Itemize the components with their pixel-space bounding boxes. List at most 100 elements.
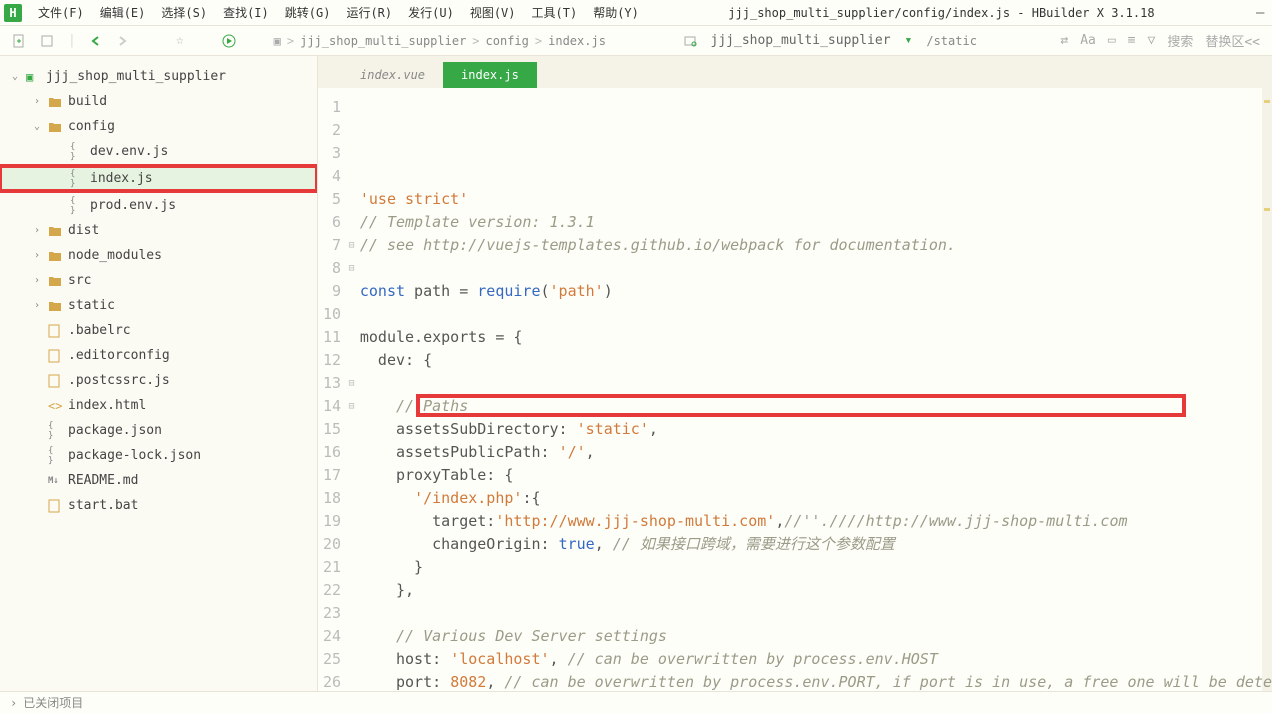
tool-1-icon[interactable]: ⇄ bbox=[1060, 33, 1068, 48]
menu-run[interactable]: 运行(R) bbox=[338, 4, 400, 21]
code-line-10[interactable]: // Paths bbox=[356, 395, 1272, 418]
star-icon[interactable]: ☆ bbox=[176, 33, 184, 48]
tree-item-prod-env-js[interactable]: { }prod.env.js bbox=[0, 193, 317, 218]
js-icon: { } bbox=[70, 196, 86, 216]
tree-item-dist[interactable]: ›dist bbox=[0, 218, 317, 243]
tool-3-icon[interactable]: ▭ bbox=[1108, 33, 1116, 48]
code-line-15[interactable]: target:'http://www.jjj-shop-multi.com',/… bbox=[356, 510, 1272, 533]
tool-2-icon[interactable]: Aa bbox=[1080, 33, 1096, 48]
js-icon: { } bbox=[70, 169, 86, 189]
tree-item-src[interactable]: ›src bbox=[0, 268, 317, 293]
breadcrumb-folder[interactable]: config bbox=[486, 34, 529, 48]
folder-icon: ▣ bbox=[274, 34, 281, 48]
md-icon: M↓ bbox=[48, 476, 64, 486]
tree-item-index-html[interactable]: <>index.html bbox=[0, 393, 317, 418]
code-line-16[interactable]: changeOrigin: true, // 如果接口跨域，需要进行这个参数配置 bbox=[356, 533, 1272, 556]
forward-icon[interactable] bbox=[116, 33, 128, 48]
folder-icon bbox=[48, 299, 64, 313]
menu-edit[interactable]: 编辑(E) bbox=[92, 4, 154, 21]
new-file-icon[interactable] bbox=[12, 33, 26, 48]
code-line-9[interactable] bbox=[356, 372, 1272, 395]
target-path-input[interactable] bbox=[926, 34, 1046, 48]
code-line-7[interactable]: module.exports = { bbox=[356, 326, 1272, 349]
folder-icon bbox=[48, 120, 64, 134]
closed-projects-toggle[interactable]: › 已关闭项目 bbox=[10, 694, 83, 711]
folder-icon bbox=[48, 274, 64, 288]
filter-icon[interactable]: ▽ bbox=[1148, 33, 1156, 48]
toolbar: | ☆ ▣ > jjj_shop_multi_supplier > config… bbox=[0, 26, 1272, 56]
code-line-18[interactable]: }, bbox=[356, 579, 1272, 602]
tree-item--babelrc[interactable]: .babelrc bbox=[0, 318, 317, 343]
line-numbers: 1234567891011121314151617181920212223242… bbox=[318, 88, 347, 691]
menu-view[interactable]: 视图(V) bbox=[462, 4, 524, 21]
target-icon[interactable] bbox=[683, 33, 697, 48]
search-label[interactable]: 搜索 bbox=[1167, 31, 1193, 50]
json-icon: { } bbox=[48, 446, 64, 466]
statusbar: › 已关闭项目 bbox=[0, 691, 1272, 713]
folder-icon bbox=[48, 95, 64, 109]
breadcrumb: ▣ > jjj_shop_multi_supplier > config > i… bbox=[274, 34, 606, 48]
code-line-22[interactable]: port: 8082, // can be overwritten by pro… bbox=[356, 671, 1272, 691]
menu-publish[interactable]: 发行(U) bbox=[400, 4, 462, 21]
tree-root[interactable]: ⌄ ▣ jjj_shop_multi_supplier bbox=[0, 64, 317, 89]
replace-label[interactable]: 替换区<< bbox=[1205, 31, 1260, 50]
code-line-3[interactable]: // see http://vuejs-templates.github.io/… bbox=[356, 234, 1272, 257]
minimize-button[interactable]: — bbox=[1256, 5, 1268, 21]
tree-item-package-lock-json[interactable]: { }package-lock.json bbox=[0, 443, 317, 468]
file-icon bbox=[48, 348, 64, 363]
code-content[interactable]: 'use strict'// Template version: 1.3.1//… bbox=[356, 88, 1272, 691]
code-line-17[interactable]: } bbox=[356, 556, 1272, 579]
code-line-1[interactable]: 'use strict' bbox=[356, 188, 1272, 211]
tree-item-index-js[interactable]: { }index.js bbox=[0, 166, 317, 191]
menu-select[interactable]: 选择(S) bbox=[153, 4, 215, 21]
tab-index-vue[interactable]: index.vue bbox=[342, 62, 443, 88]
fold-column[interactable]: ⊟⊟⊟⊟ bbox=[347, 88, 356, 691]
tree-item-package-json[interactable]: { }package.json bbox=[0, 418, 317, 443]
code-line-13[interactable]: proxyTable: { bbox=[356, 464, 1272, 487]
back-icon[interactable] bbox=[90, 33, 102, 48]
tree-item-README-md[interactable]: M↓README.md bbox=[0, 468, 317, 493]
code-line-6[interactable] bbox=[356, 303, 1272, 326]
editor-tabs: index.vue index.js bbox=[318, 56, 1272, 88]
menu-help[interactable]: 帮助(Y) bbox=[585, 4, 647, 21]
code-line-12[interactable]: assetsPublicPath: '/', bbox=[356, 441, 1272, 464]
code-line-2[interactable]: // Template version: 1.3.1 bbox=[356, 211, 1272, 234]
menu-find[interactable]: 查找(I) bbox=[215, 4, 277, 21]
tab-index-js[interactable]: index.js bbox=[443, 62, 537, 88]
tree-item--editorconfig[interactable]: .editorconfig bbox=[0, 343, 317, 368]
tree-item-start-bat[interactable]: start.bat bbox=[0, 493, 317, 518]
save-icon[interactable] bbox=[40, 33, 54, 48]
run-icon[interactable] bbox=[222, 33, 236, 48]
code-line-8[interactable]: dev: { bbox=[356, 349, 1272, 372]
editor-area: index.vue index.js 123456789101112131415… bbox=[318, 56, 1272, 691]
code-line-14[interactable]: '/index.php':{ bbox=[356, 487, 1272, 510]
web-project-icon: ▣ bbox=[26, 70, 42, 84]
code-editor[interactable]: 1234567891011121314151617181920212223242… bbox=[318, 88, 1272, 691]
folder-icon bbox=[48, 224, 64, 238]
project-sidebar[interactable]: ⌄ ▣ jjj_shop_multi_supplier ›build⌄confi… bbox=[0, 56, 318, 691]
code-line-4[interactable] bbox=[356, 257, 1272, 280]
tree-item-node_modules[interactable]: ›node_modules bbox=[0, 243, 317, 268]
tree-item-static[interactable]: ›static bbox=[0, 293, 317, 318]
tree-item-config[interactable]: ⌄config bbox=[0, 114, 317, 139]
tool-4-icon[interactable]: ≡ bbox=[1128, 33, 1136, 48]
menubar: H 文件(F) 编辑(E) 选择(S) 查找(I) 跳转(G) 运行(R) 发行… bbox=[0, 0, 1272, 26]
breadcrumb-file[interactable]: index.js bbox=[548, 34, 606, 48]
chevron-right-icon: › bbox=[10, 696, 17, 710]
menu-file[interactable]: 文件(F) bbox=[30, 4, 92, 21]
menu-goto[interactable]: 跳转(G) bbox=[277, 4, 339, 21]
breadcrumb-project[interactable]: jjj_shop_multi_supplier bbox=[300, 34, 466, 48]
html-icon: <> bbox=[48, 399, 64, 413]
code-line-19[interactable] bbox=[356, 602, 1272, 625]
tree-item-build[interactable]: ›build bbox=[0, 89, 317, 114]
code-line-5[interactable]: const path = require('path') bbox=[356, 280, 1272, 303]
tree-item--postcssrc-js[interactable]: .postcssrc.js bbox=[0, 368, 317, 393]
code-line-21[interactable]: host: 'localhost', // can be overwritten… bbox=[356, 648, 1272, 671]
menu-tools[interactable]: 工具(T) bbox=[524, 4, 586, 21]
window-title: jjj_shop_multi_supplier/config/index.js … bbox=[728, 6, 1154, 20]
tree-item-dev-env-js[interactable]: { }dev.env.js bbox=[0, 139, 317, 164]
code-line-11[interactable]: assetsSubDirectory: 'static', bbox=[356, 418, 1272, 441]
target-project[interactable]: jjj_shop_multi_supplier bbox=[711, 33, 891, 48]
code-line-20[interactable]: // Various Dev Server settings bbox=[356, 625, 1272, 648]
app-icon: H bbox=[4, 4, 22, 22]
